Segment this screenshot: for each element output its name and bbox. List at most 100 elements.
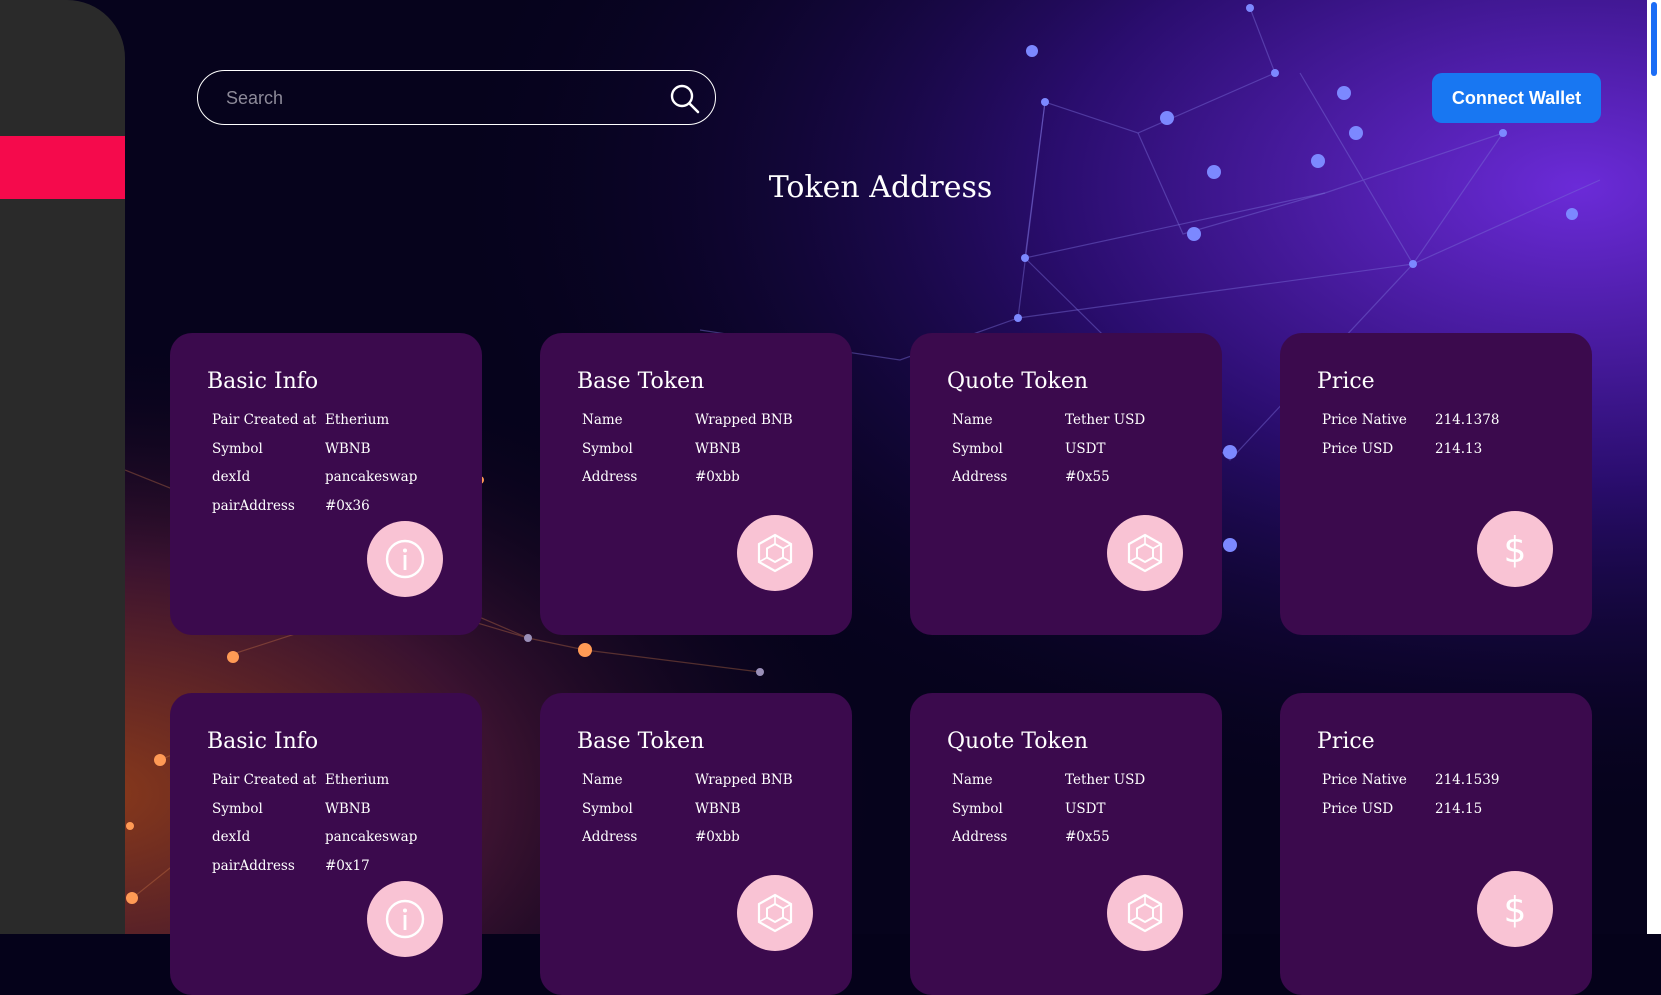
name-row: Name Wrapped BNB [582,406,852,435]
field-label: Address [582,829,638,846]
field-label: Price Native [1322,772,1407,789]
field-label: dexId [212,469,251,486]
token-badge [737,515,813,591]
pair-created-row: Pair Created at Etherium [212,406,482,435]
field-label: pairAddress [212,497,295,514]
field-value: #0x55 [1065,829,1110,846]
field-label: Address [952,829,1008,846]
price-usd-row: Price USD 214.13 [1322,435,1592,464]
field-value: 214.13 [1435,440,1483,457]
symbol-row: Symbol WBNB [582,795,852,824]
field-label: Name [582,772,623,789]
dexid-row: dexId pancakeswap [212,823,482,852]
address-row: Address #0x55 [952,823,1222,852]
address-row: Address #0xbb [582,463,852,492]
price-card: Price Price Native 214.1539 Price USD 214.… [1280,693,1592,995]
field-label: Address [582,469,638,486]
sidebar-item-active[interactable] [0,136,125,199]
price-native-row: Price Native 214.1539 [1322,766,1592,795]
name-row: Name Wrapped BNB [582,766,852,795]
field-label: Pair Created at [212,412,317,429]
field-value: #0x55 [1065,469,1110,486]
card-title: Quote Token [947,369,1089,394]
field-value: Etherium [325,412,390,429]
search-input[interactable] [224,83,648,113]
hexagon-token-icon [1127,893,1163,933]
field-value: WBNB [325,440,371,457]
field-value: WBNB [325,800,371,817]
field-value: #0xbb [695,469,740,486]
price-card: Price Price Native 214.1378 Price USD 214.… [1280,333,1592,635]
field-value: 214.15 [1435,800,1483,817]
token-badge [1107,515,1183,591]
symbol-row: Symbol WBNB [582,435,852,464]
search-bar [197,70,716,125]
token-badge [737,875,813,951]
field-label: Symbol [212,440,263,457]
info-icon [385,899,425,939]
field-value: pancakeswap [325,829,418,846]
field-value: WBNB [695,440,741,457]
token-badge [1107,875,1183,951]
hexagon-token-icon [757,533,793,573]
hexagon-token-icon [757,893,793,933]
name-row: Name Tether USD [952,766,1222,795]
basic-info-card: Basic Info Pair Created at Etherium Symbo… [170,693,482,995]
base-token-card: Base Token Name Wrapped BNB Symbol WBNB Ad… [540,693,852,995]
scrollbar-thumb[interactable] [1651,2,1657,76]
scrollbar[interactable] [1647,0,1661,934]
field-value: Tether USD [1065,772,1146,789]
field-value: Wrapped BNB [695,412,793,429]
field-value: USDT [1065,800,1106,817]
info-badge [367,881,443,957]
field-label: Address [952,469,1008,486]
field-label: Price USD [1322,440,1394,457]
address-row: Address #0xbb [582,823,852,852]
field-value: 214.1539 [1435,772,1500,789]
card-title: Price [1317,369,1375,394]
field-value: 214.1378 [1435,412,1500,429]
field-label: Name [952,412,993,429]
price-usd-row: Price USD 214.15 [1322,795,1592,824]
card-title: Base Token [577,729,705,754]
field-value: Etherium [325,772,390,789]
symbol-row: Symbol WBNB [212,795,482,824]
card-title: Basic Info [207,729,319,754]
quote-token-card: Quote Token Name Tether USD Symbol USDT Ad… [910,333,1222,635]
hexagon-token-icon [1127,533,1163,573]
field-value: Wrapped BNB [695,772,793,789]
search-icon[interactable] [669,83,701,115]
connect-wallet-button[interactable]: Connect Wallet [1432,73,1601,123]
field-label: Symbol [952,440,1003,457]
field-label: Symbol [952,800,1003,817]
card-title: Base Token [577,369,705,394]
field-label: Symbol [582,440,633,457]
page-title: Token Address [768,170,993,205]
info-icon [385,539,425,579]
name-row: Name Tether USD [952,406,1222,435]
info-badge [367,521,443,597]
base-token-card: Base Token Name Wrapped BNB Symbol WBNB Ad… [540,333,852,635]
field-value: USDT [1065,440,1106,457]
symbol-row: Symbol WBNB [212,435,482,464]
address-row: Address #0x55 [952,463,1222,492]
field-label: Symbol [212,800,263,817]
pair-address-row: pairAddress #0x36 [212,492,482,521]
dollar-badge: $ [1477,511,1553,587]
quote-token-card: Quote Token Name Tether USD Symbol USDT Ad… [910,693,1222,995]
field-label: Price USD [1322,800,1394,817]
field-label: Symbol [582,800,633,817]
field-label: Name [582,412,623,429]
field-value: #0x17 [325,857,370,874]
symbol-row: Symbol USDT [952,795,1222,824]
field-label: Name [952,772,993,789]
pair-address-row: pairAddress #0x17 [212,852,482,881]
pair-created-row: Pair Created at Etherium [212,766,482,795]
field-label: pairAddress [212,857,295,874]
field-value: #0x36 [325,497,370,514]
field-label: Pair Created at [212,772,317,789]
dollar-badge: $ [1477,871,1553,947]
field-value: pancakeswap [325,469,418,486]
field-value: Tether USD [1065,412,1146,429]
svg-text:$: $ [1504,530,1527,571]
